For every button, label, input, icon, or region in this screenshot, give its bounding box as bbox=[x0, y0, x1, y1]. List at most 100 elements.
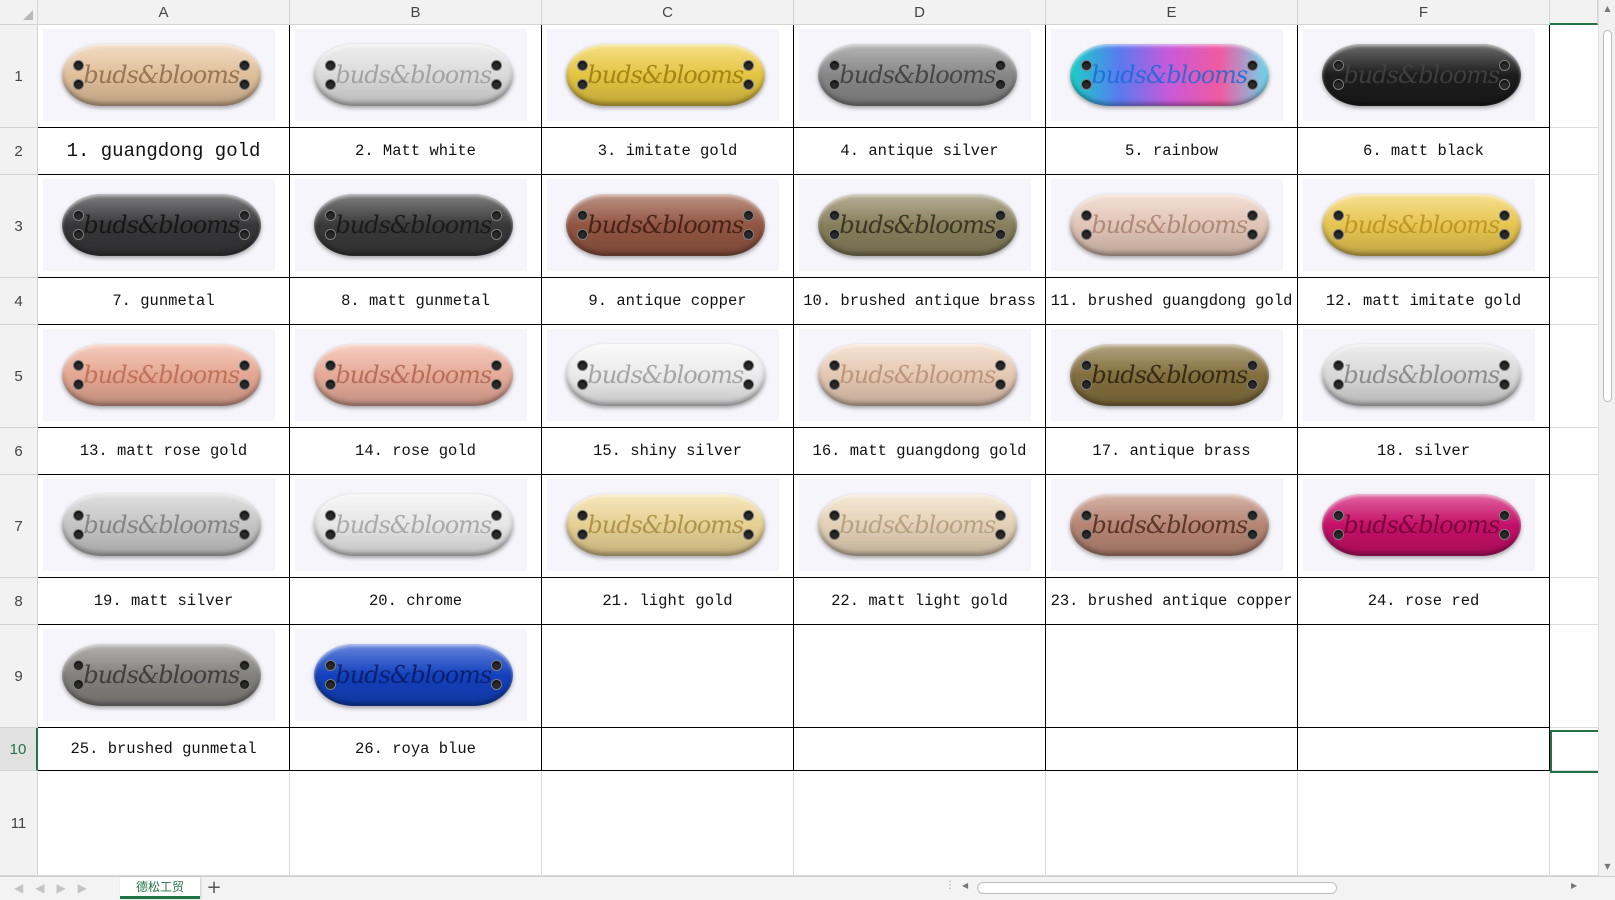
image-cell[interactable] bbox=[1298, 625, 1550, 728]
finish-sample-image[interactable]: buds&blooms bbox=[547, 329, 779, 421]
label-cell[interactable]: 3. imitate gold bbox=[542, 128, 794, 175]
row-header-5[interactable]: 5 bbox=[0, 325, 38, 428]
finish-sample-image[interactable]: buds&blooms bbox=[547, 29, 779, 121]
finish-sample-image[interactable]: buds&blooms bbox=[547, 479, 779, 571]
finish-sample-image[interactable]: buds&blooms bbox=[43, 29, 275, 121]
image-cell[interactable]: buds&blooms bbox=[542, 475, 794, 578]
scroll-right-icon[interactable]: ▶ bbox=[1571, 881, 1577, 890]
add-sheet-button[interactable]: + bbox=[203, 877, 225, 899]
label-cell[interactable]: 19. matt silver bbox=[38, 578, 290, 625]
split-handle-icon[interactable]: ⋮ bbox=[945, 880, 955, 891]
image-cell[interactable]: buds&blooms bbox=[290, 325, 542, 428]
label-cell[interactable]: 4. antique silver bbox=[794, 128, 1046, 175]
column-header-a[interactable]: A bbox=[38, 0, 290, 25]
label-cell[interactable]: 11. brushed guangdong gold bbox=[1046, 278, 1298, 325]
label-cell[interactable]: 6. matt black bbox=[1298, 128, 1550, 175]
finish-sample-image[interactable]: buds&blooms bbox=[1303, 479, 1535, 571]
row-header-4[interactable]: 4 bbox=[0, 278, 38, 325]
finish-sample-image[interactable]: buds&blooms bbox=[1303, 29, 1535, 121]
image-cell[interactable]: buds&blooms bbox=[542, 325, 794, 428]
label-cell[interactable]: 16. matt guangdong gold bbox=[794, 428, 1046, 475]
label-cell[interactable]: 25. brushed gunmetal bbox=[38, 728, 290, 771]
label-cell[interactable]: 9. antique copper bbox=[542, 278, 794, 325]
label-cell[interactable]: 2. Matt white bbox=[290, 128, 542, 175]
empty-cell[interactable] bbox=[794, 771, 1046, 876]
finish-sample-image[interactable]: buds&blooms bbox=[43, 629, 275, 721]
column-header-c[interactable]: C bbox=[542, 0, 794, 25]
image-cell[interactable]: buds&blooms bbox=[1046, 475, 1298, 578]
label-cell[interactable]: 26. roya blue bbox=[290, 728, 542, 771]
finish-sample-image[interactable]: buds&blooms bbox=[295, 179, 527, 271]
row-header-7[interactable]: 7 bbox=[0, 475, 38, 578]
empty-cell[interactable] bbox=[38, 771, 290, 876]
vertical-scroll-thumb[interactable] bbox=[1603, 30, 1612, 402]
image-cell[interactable]: buds&blooms bbox=[1298, 175, 1550, 278]
label-cell[interactable]: 12. matt imitate gold bbox=[1298, 278, 1550, 325]
label-cell[interactable]: 23. brushed antique copper bbox=[1046, 578, 1298, 625]
column-header-g[interactable] bbox=[1550, 0, 1598, 25]
row-header-8[interactable]: 8 bbox=[0, 578, 38, 625]
label-cell[interactable]: 14. rose gold bbox=[290, 428, 542, 475]
image-cell[interactable]: buds&blooms bbox=[290, 25, 542, 128]
scroll-down-icon[interactable]: ▼ bbox=[1599, 860, 1615, 874]
row-header-9[interactable]: 9 bbox=[0, 625, 38, 728]
label-cell[interactable]: 24. rose red bbox=[1298, 578, 1550, 625]
image-cell[interactable]: buds&blooms bbox=[38, 475, 290, 578]
empty-cell[interactable] bbox=[290, 771, 542, 876]
label-cell[interactable]: 15. shiny silver bbox=[542, 428, 794, 475]
vertical-scrollbar[interactable]: ▲ ▼ bbox=[1598, 0, 1615, 876]
scroll-left-icon[interactable]: ◀ bbox=[962, 881, 968, 890]
image-cell[interactable]: buds&blooms bbox=[38, 625, 290, 728]
label-cell[interactable] bbox=[1046, 728, 1298, 771]
row-header-10[interactable]: 10 bbox=[0, 728, 38, 771]
finish-sample-image[interactable]: buds&blooms bbox=[799, 479, 1031, 571]
label-cell[interactable]: 18. silver bbox=[1298, 428, 1550, 475]
image-cell[interactable] bbox=[1046, 625, 1298, 728]
finish-sample-image[interactable]: buds&blooms bbox=[295, 629, 527, 721]
finish-sample-image[interactable]: buds&blooms bbox=[295, 479, 527, 571]
label-cell[interactable]: 20. chrome bbox=[290, 578, 542, 625]
label-cell[interactable]: 21. light gold bbox=[542, 578, 794, 625]
image-cell[interactable]: buds&blooms bbox=[1298, 25, 1550, 128]
row-header-11[interactable]: 11 bbox=[0, 771, 38, 876]
image-cell[interactable]: buds&blooms bbox=[1046, 325, 1298, 428]
select-all-button[interactable] bbox=[0, 0, 38, 25]
image-cell[interactable] bbox=[794, 625, 1046, 728]
label-cell[interactable]: 7. gunmetal bbox=[38, 278, 290, 325]
finish-sample-image[interactable]: buds&blooms bbox=[799, 329, 1031, 421]
image-cell[interactable]: buds&blooms bbox=[1046, 25, 1298, 128]
finish-sample-image[interactable]: buds&blooms bbox=[799, 29, 1031, 121]
row-header-2[interactable]: 2 bbox=[0, 128, 38, 175]
finish-sample-image[interactable]: buds&blooms bbox=[1051, 29, 1283, 121]
image-cell[interactable]: buds&blooms bbox=[290, 175, 542, 278]
label-cell[interactable]: 10. brushed antique brass bbox=[794, 278, 1046, 325]
finish-sample-image[interactable]: buds&blooms bbox=[547, 179, 779, 271]
finish-sample-image[interactable]: buds&blooms bbox=[1303, 179, 1535, 271]
image-cell[interactable]: buds&blooms bbox=[794, 175, 1046, 278]
finish-sample-image[interactable]: buds&blooms bbox=[799, 179, 1031, 271]
label-cell[interactable]: 8. matt gunmetal bbox=[290, 278, 542, 325]
column-header-b[interactable]: B bbox=[290, 0, 542, 25]
label-cell[interactable]: 1. guangdong gold bbox=[38, 128, 290, 175]
label-cell[interactable]: 22. matt light gold bbox=[794, 578, 1046, 625]
label-cell[interactable]: 17. antique brass bbox=[1046, 428, 1298, 475]
image-cell[interactable]: buds&blooms bbox=[290, 475, 542, 578]
label-cell[interactable] bbox=[542, 728, 794, 771]
row-header-1[interactable]: 1 bbox=[0, 25, 38, 128]
sheet-tab[interactable]: 德松工贸 bbox=[120, 877, 200, 899]
finish-sample-image[interactable]: buds&blooms bbox=[43, 179, 275, 271]
label-cell[interactable]: 5. rainbow bbox=[1046, 128, 1298, 175]
column-header-d[interactable]: D bbox=[794, 0, 1046, 25]
label-cell[interactable] bbox=[1298, 728, 1550, 771]
image-cell[interactable]: buds&blooms bbox=[542, 175, 794, 278]
image-cell[interactable]: buds&blooms bbox=[1298, 475, 1550, 578]
image-cell[interactable]: buds&blooms bbox=[542, 25, 794, 128]
finish-sample-image[interactable]: buds&blooms bbox=[43, 329, 275, 421]
empty-cell[interactable] bbox=[1046, 771, 1298, 876]
image-cell[interactable]: buds&blooms bbox=[38, 25, 290, 128]
finish-sample-image[interactable]: buds&blooms bbox=[1051, 329, 1283, 421]
horizontal-scroll-thumb[interactable] bbox=[977, 882, 1337, 894]
column-header-e[interactable]: E bbox=[1046, 0, 1298, 25]
empty-cell[interactable] bbox=[1298, 771, 1550, 876]
finish-sample-image[interactable]: buds&blooms bbox=[1051, 179, 1283, 271]
